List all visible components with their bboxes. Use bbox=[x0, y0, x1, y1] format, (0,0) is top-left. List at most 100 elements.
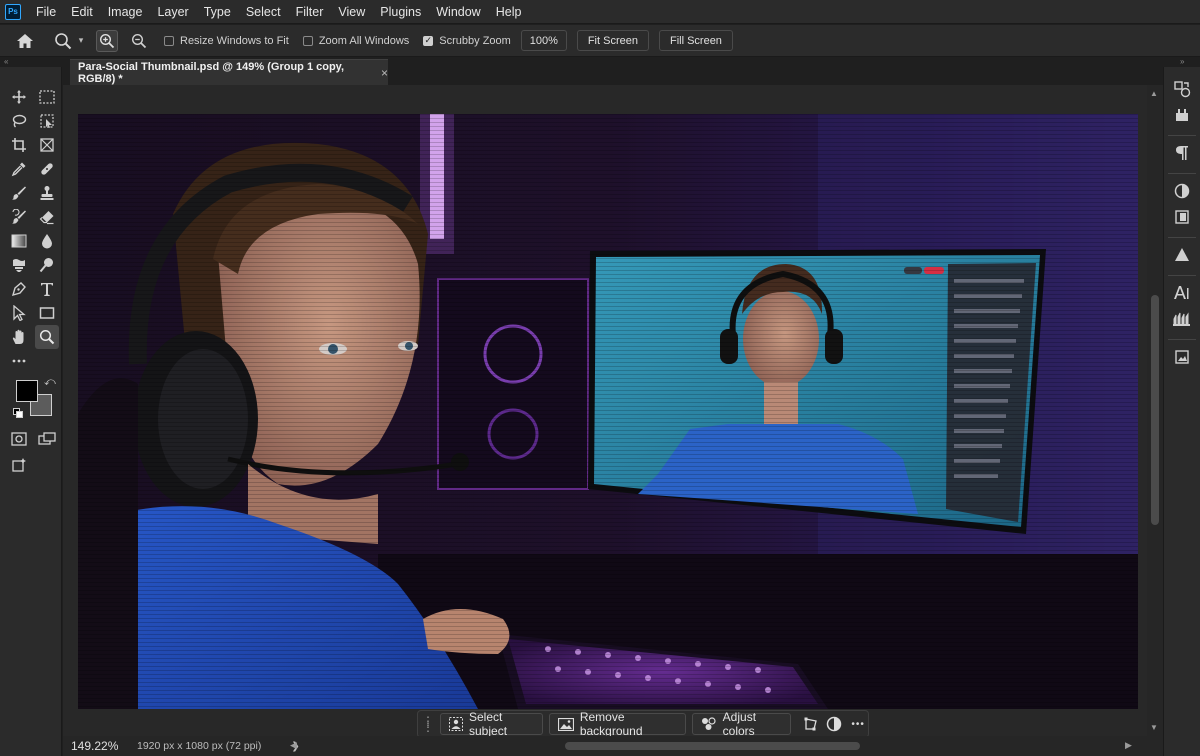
thumbnail-artwork bbox=[78, 114, 1138, 709]
document-size-info: 1920 px x 1080 px (72 ppi) bbox=[137, 740, 262, 752]
zoom-percent-button[interactable]: 100% bbox=[520, 30, 567, 51]
pen-tool-icon[interactable] bbox=[7, 277, 31, 301]
scrubby-zoom-checkbox[interactable]: ✓ Scrubby Zoom bbox=[423, 35, 511, 47]
menu-filter[interactable]: Filter bbox=[289, 0, 332, 24]
select-subject-button[interactable]: Select subject bbox=[440, 710, 543, 738]
move-tool-icon[interactable] bbox=[7, 85, 31, 109]
libraries-panel-icon[interactable] bbox=[1172, 207, 1192, 227]
menu-select[interactable]: Select bbox=[239, 0, 289, 24]
history-brush-icon[interactable] bbox=[7, 205, 31, 229]
document-title: Para-Social Thumbnail.psd @ 149% (Group … bbox=[78, 60, 345, 85]
resize-windows-checkbox[interactable]: Resize Windows to Fit bbox=[164, 35, 289, 47]
fit-screen-button[interactable]: Fit Screen bbox=[576, 30, 649, 51]
swap-colors-icon[interactable]: ⤺ bbox=[44, 376, 56, 389]
type-tool-icon[interactable] bbox=[35, 277, 59, 301]
chevron-down-icon[interactable]: ▾ bbox=[76, 35, 86, 46]
select-subject-label: Select subject bbox=[469, 710, 508, 738]
document-tab-bar: Para-Social Thumbnail.psd @ 149% (Group … bbox=[63, 57, 1163, 85]
scroll-up-icon[interactable]: ▲ bbox=[1150, 89, 1158, 98]
adjustment-layer-icon[interactable] bbox=[825, 713, 845, 735]
zoom-level-field[interactable]: 149.22% bbox=[63, 739, 118, 753]
transform-icon[interactable] bbox=[801, 713, 821, 735]
person-select-icon bbox=[449, 717, 463, 731]
brushes-panel-icon[interactable] bbox=[1172, 309, 1192, 329]
scroll-down-icon[interactable]: ▼ bbox=[1150, 723, 1158, 732]
hand-tool-icon[interactable] bbox=[7, 325, 31, 349]
default-colors-icon[interactable] bbox=[13, 407, 23, 418]
zoom-all-windows-checkbox[interactable]: Zoom All Windows bbox=[302, 35, 409, 47]
menu-window[interactable]: Window bbox=[429, 0, 488, 24]
tools-panel: ⤺ bbox=[0, 67, 62, 756]
collapse-panels-icon[interactable]: » bbox=[1180, 57, 1184, 66]
path-select-icon[interactable] bbox=[7, 301, 31, 325]
paragraph-panel-icon[interactable] bbox=[1172, 143, 1192, 163]
vertical-scrollbar[interactable]: ▲ ▼ bbox=[1147, 85, 1163, 736]
edit-toolbar-icon[interactable] bbox=[7, 349, 31, 373]
generative-fill-icon[interactable] bbox=[7, 453, 31, 477]
document-tab[interactable]: Para-Social Thumbnail.psd @ 149% (Group … bbox=[70, 59, 388, 85]
checkbox-box[interactable] bbox=[164, 35, 174, 46]
clone-stamp-icon[interactable] bbox=[35, 181, 59, 205]
checkbox-label: Scrubby Zoom bbox=[439, 34, 511, 47]
frame-tool-icon[interactable] bbox=[35, 133, 59, 157]
eraser-icon[interactable] bbox=[35, 205, 59, 229]
menu-plugins[interactable]: Plugins bbox=[373, 0, 429, 24]
gradient-tool-icon[interactable] bbox=[7, 229, 31, 253]
close-icon[interactable]: × bbox=[381, 66, 388, 80]
checkbox-box[interactable] bbox=[302, 35, 313, 46]
horizontal-scroll-thumb[interactable] bbox=[565, 742, 860, 750]
character-panel-icon[interactable] bbox=[1172, 283, 1192, 303]
canvas-workspace[interactable] bbox=[63, 85, 1147, 736]
healing-brush-icon[interactable] bbox=[35, 157, 59, 181]
marquee-tool-icon[interactable] bbox=[35, 85, 59, 109]
zoom-tool-icon[interactable] bbox=[35, 325, 59, 349]
blur-tool-icon[interactable] bbox=[35, 229, 59, 253]
document-canvas[interactable] bbox=[78, 114, 1138, 709]
shapes-panel-icon[interactable] bbox=[1172, 245, 1192, 265]
drag-handle-icon[interactable]: ⋮ ⋮ bbox=[422, 715, 434, 733]
lasso-tool-icon[interactable] bbox=[7, 109, 31, 133]
dodge-tool-icon[interactable] bbox=[7, 253, 31, 277]
collapse-toolbar-icon[interactable]: « bbox=[0, 57, 62, 66]
remove-background-label: Remove background bbox=[579, 710, 643, 738]
more-options-icon[interactable]: ••• bbox=[848, 713, 868, 735]
scroll-right-icon[interactable]: ▶ bbox=[1125, 740, 1132, 751]
vertical-scroll-thumb[interactable] bbox=[1151, 295, 1159, 525]
photoshop-logo-icon: Ps bbox=[5, 3, 21, 20]
zoom-in-icon[interactable] bbox=[96, 29, 118, 52]
menu-layer[interactable]: Layer bbox=[150, 0, 196, 24]
adjust-colors-button[interactable]: Adjust colors bbox=[691, 710, 791, 738]
zoom-preset-icon[interactable] bbox=[52, 30, 74, 52]
brush-tool-icon[interactable] bbox=[7, 181, 31, 205]
crop-tool-icon[interactable] bbox=[7, 133, 31, 157]
adjustments-panel-icon[interactable] bbox=[1172, 181, 1192, 201]
burn-tool-icon[interactable] bbox=[35, 253, 59, 277]
zoom-out-icon[interactable] bbox=[128, 30, 150, 52]
options-bar: ▾ Resize Windows to Fit Zoom All Windows… bbox=[0, 25, 1200, 57]
screen-mode-icon[interactable] bbox=[35, 427, 59, 451]
history-panel-icon[interactable] bbox=[1172, 79, 1192, 99]
panel-separator bbox=[1168, 339, 1196, 340]
menu-type[interactable]: Type bbox=[197, 0, 239, 24]
menu-file[interactable]: File bbox=[29, 0, 64, 24]
object-select-icon[interactable] bbox=[35, 109, 59, 133]
checkmark-icon[interactable]: ✓ bbox=[423, 35, 434, 46]
horizontal-scrollbar[interactable]: ◀ ▶ bbox=[290, 740, 1135, 752]
menu-image[interactable]: Image bbox=[101, 0, 151, 24]
foreground-color-swatch[interactable] bbox=[16, 380, 38, 402]
menu-view[interactable]: View bbox=[331, 0, 373, 24]
actions-panel-icon[interactable] bbox=[1172, 105, 1192, 125]
fill-screen-button[interactable]: Fill Screen bbox=[658, 30, 733, 51]
checkbox-label: Resize Windows to Fit bbox=[180, 34, 289, 47]
eyedropper-icon[interactable] bbox=[7, 157, 31, 181]
rectangle-tool-icon[interactable] bbox=[35, 301, 59, 325]
menu-edit[interactable]: Edit bbox=[64, 0, 101, 24]
contextual-task-bar: ⋮ ⋮ Select subject Remove background Adju… bbox=[417, 710, 869, 738]
quick-mask-icon[interactable] bbox=[7, 427, 31, 451]
remove-background-button[interactable]: Remove background bbox=[548, 710, 686, 738]
color-dots-icon bbox=[701, 717, 717, 731]
menu-help[interactable]: Help bbox=[489, 0, 530, 24]
home-icon[interactable] bbox=[14, 30, 36, 52]
layers-panel-icon[interactable] bbox=[1172, 347, 1192, 367]
scroll-left-icon[interactable]: ◀ bbox=[290, 740, 297, 751]
